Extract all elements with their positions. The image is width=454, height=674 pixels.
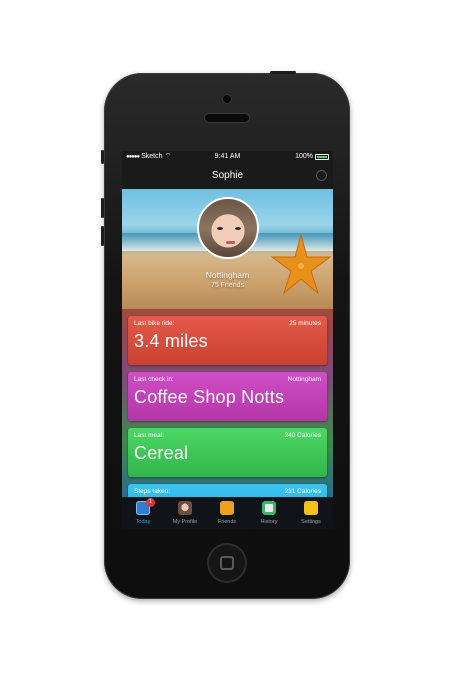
tab-history[interactable]: History: [248, 498, 290, 529]
clock-icon: [262, 501, 276, 515]
status-bar: ●●●●● Sketch ⌔ 9:41 AM 100%: [122, 151, 333, 163]
check-in-card[interactable]: Last check in: Nottingham Coffee Shop No…: [128, 372, 327, 421]
card-meta: 240 Calories: [284, 432, 322, 439]
tab-friends[interactable]: Friends: [206, 498, 248, 529]
battery-group: 100%: [295, 151, 329, 163]
power-button: [270, 71, 296, 74]
notification-badge: 1: [146, 498, 155, 507]
tab-label: History: [260, 519, 278, 525]
settings-ring-icon[interactable]: [316, 170, 327, 181]
tab-label: Friends: [217, 519, 237, 525]
mute-switch: [101, 150, 104, 164]
battery-percent: 100%: [295, 153, 313, 160]
card-value: Cereal: [134, 443, 189, 463]
profile-location: Nottingham: [205, 270, 250, 280]
gear-icon: [304, 501, 318, 515]
earpiece-speaker: [205, 114, 249, 122]
card-label: Steps taken:: [134, 488, 171, 495]
app-screen: ●●●●● Sketch ⌔ 9:41 AM 100% Sophie Notti…: [122, 151, 333, 529]
tab-settings[interactable]: Settings: [290, 498, 332, 529]
card-meta: 25 minutes: [289, 320, 321, 327]
tab-today[interactable]: 1 Today: [122, 498, 164, 529]
page-title: Sophie: [211, 170, 244, 181]
battery-icon: [315, 154, 329, 160]
card-label: Last meal:: [134, 432, 164, 439]
card-value: Coffee Shop Notts: [134, 387, 285, 407]
avatar[interactable]: [197, 197, 259, 259]
card-label: Last bike ride:: [134, 320, 175, 327]
home-button[interactable]: [207, 543, 247, 583]
tab-label: Settings: [301, 519, 321, 525]
front-camera: [223, 95, 231, 103]
meal-card[interactable]: Last meal: 240 Calories Cereal: [128, 428, 327, 477]
activity-feed: Last bike ride: 25 minutes 3.4 miles Las…: [122, 309, 333, 497]
profile-header: Nottingham 75 Friends: [122, 189, 333, 309]
card-meta: Nottingham: [287, 376, 321, 383]
tab-my-profile[interactable]: My Profile: [164, 498, 206, 529]
tab-label: My Profile: [172, 519, 198, 525]
steps-card[interactable]: Steps taken: 231 Calories: [128, 484, 327, 497]
tab-bar: 1 Today My Profile Friends History Setti…: [122, 497, 333, 529]
profile-photo-icon: [178, 501, 192, 515]
card-meta: 231 Calories: [284, 488, 322, 495]
bike-ride-card[interactable]: Last bike ride: 25 minutes 3.4 miles: [128, 316, 327, 365]
card-value: 3.4 miles: [134, 331, 208, 351]
volume-down-button: [101, 226, 104, 246]
profile-friends-count[interactable]: 75 Friends: [122, 282, 333, 289]
tab-label: Today: [135, 519, 151, 525]
volume-up-button: [101, 198, 104, 218]
friends-icon: [220, 501, 234, 515]
card-label: Last check in:: [134, 376, 174, 383]
navigation-bar: Sophie: [122, 163, 333, 189]
